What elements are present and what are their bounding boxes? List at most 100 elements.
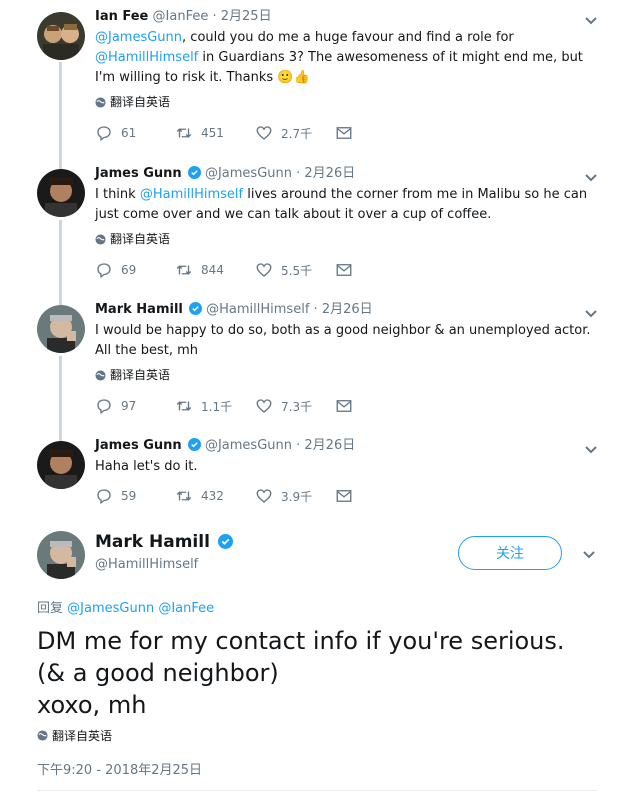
reply-button[interactable]: 61	[95, 124, 175, 142]
retweet-count: 451	[201, 126, 224, 140]
globe-icon	[95, 369, 106, 381]
tweet-date[interactable]: 2月25日	[221, 9, 272, 24]
chevron-down-icon[interactable]	[583, 305, 599, 321]
retweet-icon	[176, 401, 192, 411]
reply-icon	[97, 489, 111, 505]
separator: ·	[313, 302, 318, 317]
globe-icon	[95, 233, 106, 245]
avatar[interactable]	[37, 531, 85, 579]
like-icon	[256, 489, 272, 503]
author-handle[interactable]: @IanFee	[153, 9, 209, 24]
avatar[interactable]	[37, 12, 85, 60]
separator: ·	[296, 438, 301, 453]
separator: ·	[296, 166, 301, 181]
reply-icon	[97, 263, 111, 279]
translate-link[interactable]: 翻译自英语	[95, 94, 595, 110]
tweet-timestamp[interactable]: 下午9:20 - 2018年2月25日	[37, 759, 202, 778]
chevron-down-icon[interactable]	[583, 169, 599, 185]
globe-icon	[37, 730, 48, 741]
tweet-date[interactable]: 2月26日	[322, 302, 373, 317]
retweet-button[interactable]: 432	[175, 487, 255, 505]
avatar[interactable]	[37, 305, 85, 353]
like-icon	[256, 263, 272, 277]
separator: ·	[212, 9, 217, 24]
mention-link[interactable]: @IanFee	[158, 601, 214, 616]
message-icon	[336, 127, 352, 139]
verified-icon	[187, 166, 201, 179]
retweet-count: 1.1千	[201, 399, 233, 414]
tweet-text: Haha let's do it.	[95, 459, 198, 474]
thread-line	[59, 356, 62, 441]
mention-link[interactable]: @JamesGunn	[67, 601, 154, 616]
retweet-icon	[176, 491, 192, 501]
author-handle[interactable]: @HamillHimself	[95, 557, 198, 572]
tweet-actions: 59 432 3.9千	[95, 487, 595, 505]
chevron-down-icon[interactable]	[581, 546, 597, 562]
chevron-down-icon[interactable]	[583, 12, 599, 28]
mention-link[interactable]: @HamillHimself	[95, 50, 198, 65]
message-button[interactable]	[335, 487, 415, 505]
reply-button[interactable]: 69	[95, 261, 175, 279]
like-button[interactable]: 3.9千	[255, 487, 335, 505]
tweet-actions: 61 451 2.7千	[95, 124, 595, 142]
tweet-text: I think @HamillHimself lives around the …	[95, 187, 588, 222]
translate-link[interactable]: 翻译自英语	[95, 231, 595, 247]
author-name[interactable]: Mark Hamill	[95, 302, 183, 317]
author-handle[interactable]: @HamillHimself	[206, 302, 309, 317]
tweet-text: @JamesGunn, could you do me a huge favou…	[95, 30, 583, 85]
like-button[interactable]: 5.5千	[255, 261, 335, 279]
retweet-icon	[176, 265, 192, 275]
reply-to: 回复 @JamesGunn @IanFee	[37, 601, 215, 616]
like-icon	[256, 399, 272, 413]
globe-icon	[95, 96, 106, 108]
tweet-date[interactable]: 2月26日	[304, 438, 355, 453]
like-icon	[256, 126, 272, 140]
reply-icon	[97, 399, 111, 415]
mention-link[interactable]: @JamesGunn	[95, 30, 182, 45]
avatar[interactable]	[37, 441, 85, 489]
message-icon	[336, 264, 352, 276]
translate-link[interactable]: 翻译自英语	[95, 367, 595, 383]
tweet-text: I would be happy to do so, both as a goo…	[95, 323, 591, 358]
author-name[interactable]: Mark Hamill	[95, 531, 233, 553]
author-handle[interactable]: @JamesGunn	[205, 166, 292, 181]
reply-count: 97	[121, 399, 137, 413]
reply-count: 61	[121, 126, 137, 140]
author-handle[interactable]: @JamesGunn	[205, 438, 292, 453]
retweet-count: 844	[201, 263, 224, 277]
divider	[37, 790, 597, 791]
mention-link[interactable]: @HamillHimself	[140, 187, 243, 202]
author-name[interactable]: James Gunn	[95, 438, 182, 453]
message-button[interactable]	[335, 124, 415, 142]
message-button[interactable]	[335, 261, 415, 279]
verified-icon	[217, 534, 233, 549]
reply-count: 59	[121, 489, 137, 503]
thread-line	[59, 220, 62, 305]
retweet-button[interactable]: 451	[175, 124, 255, 142]
reply-button[interactable]: 97	[95, 397, 175, 415]
thread-line	[59, 62, 62, 170]
tweet-actions: 69 844 5.5千	[95, 261, 595, 279]
reply-count: 69	[121, 263, 137, 277]
like-count: 3.9千	[281, 489, 313, 504]
message-icon	[336, 490, 352, 502]
reply-button[interactable]: 59	[95, 487, 175, 505]
emoji: 🙂👍	[277, 70, 310, 85]
author-name[interactable]: Ian Fee	[95, 9, 148, 24]
verified-icon	[187, 438, 201, 451]
like-button[interactable]: 7.3千	[255, 397, 335, 415]
retweet-button[interactable]: 1.1千	[175, 397, 255, 415]
retweet-button[interactable]: 844	[175, 261, 255, 279]
chevron-down-icon[interactable]	[583, 441, 599, 457]
translate-link[interactable]: 翻译自英语	[37, 727, 112, 744]
verified-icon	[189, 302, 202, 315]
tweet-date[interactable]: 2月26日	[304, 166, 355, 181]
follow-button[interactable]: 关注	[458, 536, 562, 570]
author-name[interactable]: James Gunn	[95, 166, 182, 181]
like-count: 5.5千	[281, 263, 313, 278]
message-icon	[336, 400, 352, 412]
avatar[interactable]	[37, 169, 85, 217]
message-button[interactable]	[335, 397, 415, 415]
retweet-count: 432	[201, 489, 224, 503]
like-button[interactable]: 2.7千	[255, 124, 335, 142]
